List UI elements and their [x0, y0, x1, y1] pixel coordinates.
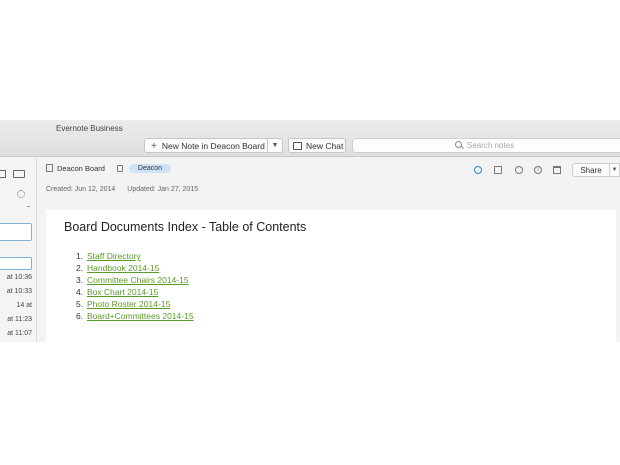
card-view-icon[interactable]: [13, 170, 25, 178]
list-item: 2. Handbook 2014-15: [76, 262, 194, 274]
note-time[interactable]: at 10:36: [7, 274, 32, 281]
new-chat-button[interactable]: New Chat: [288, 138, 346, 153]
note-list-sidebar: at 10:36 at 10:33 14 at at 11:23 at 11:0…: [0, 157, 37, 342]
note-editor[interactable]: Board Documents Index - Table of Content…: [46, 210, 616, 342]
evernote-window: Evernote Business + New Note in Deacon Bo…: [0, 120, 620, 342]
created-date: Created: Jun 12, 2014: [46, 186, 116, 193]
list-view-icon[interactable]: [0, 170, 6, 178]
new-chat-label: New Chat: [306, 141, 344, 151]
note-time[interactable]: at 10:33: [7, 288, 32, 295]
note-time[interactable]: at 11:07: [7, 330, 32, 337]
item-number: 5.: [76, 299, 84, 309]
notebook-name: Deacon Board: [57, 164, 105, 173]
share-dropdown-button[interactable]: ▼: [610, 163, 620, 177]
item-number: 4.: [76, 287, 84, 297]
info-icon[interactable]: i: [534, 166, 542, 174]
list-item: 5. Photo Roster 2014-15: [76, 298, 194, 310]
sidebar-field-2[interactable]: [0, 257, 32, 270]
note-link[interactable]: Handbook 2014-15: [87, 263, 159, 273]
list-item: 4. Box Chart 2014-15: [76, 286, 194, 298]
notebook-icon: [46, 164, 53, 172]
updated-date: Updated: Jan 27, 2015: [127, 186, 199, 193]
present-icon[interactable]: [494, 166, 502, 174]
note-time[interactable]: at 11:23: [7, 316, 32, 323]
note-link[interactable]: Committee Chairs 2014-15: [87, 275, 189, 285]
notebook-selector[interactable]: Deacon Board: [46, 164, 105, 173]
separator-mark: [27, 206, 30, 207]
new-note-label: New Note in Deacon Board: [161, 141, 265, 151]
plus-icon: +: [151, 141, 157, 152]
chat-note-icon[interactable]: [515, 166, 523, 174]
reminder-icon[interactable]: [474, 166, 482, 174]
sidebar-field-1[interactable]: [0, 223, 32, 241]
tag-chip[interactable]: Deacon: [129, 164, 171, 173]
new-note-dropdown-button[interactable]: ▼: [268, 138, 283, 153]
chat-icon: [293, 142, 302, 150]
share-button[interactable]: Share: [572, 163, 610, 177]
note-link[interactable]: Photo Roster 2014-15: [87, 299, 170, 309]
trash-icon[interactable]: [553, 166, 561, 174]
note-time[interactable]: 14 at: [16, 302, 32, 309]
note-link[interactable]: Box Chart 2014-15: [87, 287, 158, 297]
item-number: 3.: [76, 275, 84, 285]
item-number: 6.: [76, 311, 84, 321]
search-placeholder: Search notes: [467, 141, 515, 150]
note-link[interactable]: Board+Committees 2014-15: [87, 311, 194, 321]
note-title[interactable]: Board Documents Index - Table of Content…: [64, 220, 306, 234]
note-link[interactable]: Staff Directory: [87, 251, 141, 261]
item-number: 2.: [76, 263, 84, 273]
item-number: 1.: [76, 251, 84, 261]
toolbar: Evernote Business + New Note in Deacon Bo…: [0, 120, 620, 157]
note-dates: Created: Jun 12, 2014 Updated: Jan 27, 20…: [46, 186, 210, 193]
list-item: 1. Staff Directory: [76, 250, 194, 262]
list-item: 3. Committee Chairs 2014-15: [76, 274, 194, 286]
search-input[interactable]: Search notes: [352, 138, 620, 153]
list-item: 6. Board+Committees 2014-15: [76, 310, 194, 322]
toc-list: 1. Staff Directory 2. Handbook 2014-15 3. C…: [76, 250, 194, 322]
new-note-button[interactable]: + New Note in Deacon Board: [144, 138, 268, 153]
gear-icon[interactable]: [17, 190, 25, 198]
tag-icon[interactable]: [117, 165, 123, 172]
note-header: Deacon Board Deacon Created: Jun 12, 201…: [37, 157, 620, 210]
app-title: Evernote Business: [56, 124, 123, 133]
search-icon: [455, 141, 462, 148]
